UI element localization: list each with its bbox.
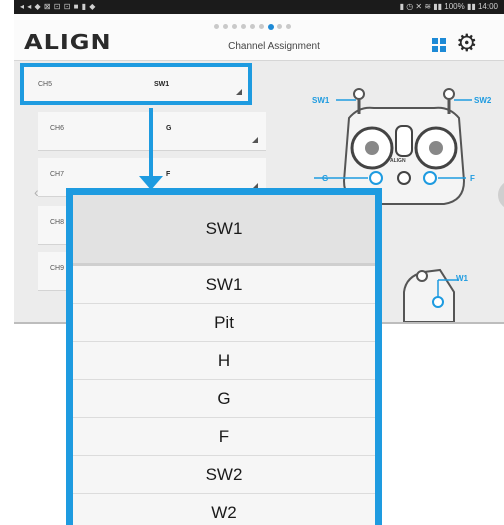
apps-grid-icon[interactable] (432, 38, 446, 52)
dropdown-option[interactable]: SW2 (73, 456, 375, 494)
gear-icon[interactable]: ⚙ (456, 32, 478, 56)
page-dot (232, 24, 237, 29)
dropdown-selected-value[interactable]: SW1 (73, 195, 375, 266)
sw1-label: SW1 (312, 96, 330, 105)
dropdown-list: SW1 SW1 Pit H G F SW2 W2 (73, 195, 375, 525)
dropdown-option[interactable]: Pit (73, 304, 375, 342)
status-bar: ◂ ◂ ◆ ⊠ ⊡ ⊡ ■ ▮ ◆ ▮ ◷ ✕ ≋ ▮▮ 100% ▮▮ 14:… (14, 0, 504, 14)
status-left: ◂ ◂ ◆ ⊠ ⊡ ⊡ ■ ▮ ◆ (20, 2, 96, 11)
status-right: ▮ ◷ ✕ ≋ ▮▮ 100% ▮▮ 14:00 (399, 2, 498, 11)
w1-label: W1 (456, 274, 468, 283)
channel-value: F (166, 171, 171, 178)
channel-value: G (166, 125, 172, 132)
sw2-label: SW2 (474, 96, 492, 105)
page-dot (214, 24, 219, 29)
dropdown-popup: SW1 SW1 Pit H G F SW2 W2 (66, 188, 382, 525)
callout-arrow-line (149, 108, 153, 178)
channel-number: CH8 (50, 219, 65, 226)
channel-number: CH6 (50, 125, 65, 132)
page-title: Channel Assignment (228, 41, 320, 52)
page-dot (286, 24, 291, 29)
channel-number: CH9 (50, 265, 65, 272)
dropdown-option[interactable]: G (73, 380, 375, 418)
page-dot (250, 24, 255, 29)
channel-value: SW1 (154, 81, 170, 88)
dropdown-option[interactable]: SW1 (73, 266, 375, 304)
page-dot (223, 24, 228, 29)
channel-number: CH7 (50, 171, 65, 178)
channel-row-ch5-highlight[interactable]: CH5 SW1 (20, 63, 252, 105)
dropdown-corner-icon (252, 137, 258, 143)
align-logo: ALIGN (24, 30, 112, 54)
g-label: G (322, 174, 329, 183)
page-dot-active (268, 24, 274, 30)
dropdown-corner-icon (236, 89, 242, 95)
channel-number: CH5 (38, 81, 53, 88)
chevron-left-icon[interactable]: ‹ (34, 184, 39, 200)
f-label: F (470, 174, 475, 183)
page-dot (241, 24, 246, 29)
page-dot (277, 24, 282, 29)
switch-detail-drawing (403, 268, 458, 322)
controller-brand: ALIGN (390, 158, 406, 164)
app-header: ALIGN Channel Assignment ⚙ (14, 14, 504, 61)
page-dot (259, 24, 264, 29)
page-indicator (214, 24, 334, 32)
dropdown-option[interactable]: W2 (73, 494, 375, 525)
dropdown-option[interactable]: H (73, 342, 375, 380)
dropdown-option[interactable]: F (73, 418, 375, 456)
